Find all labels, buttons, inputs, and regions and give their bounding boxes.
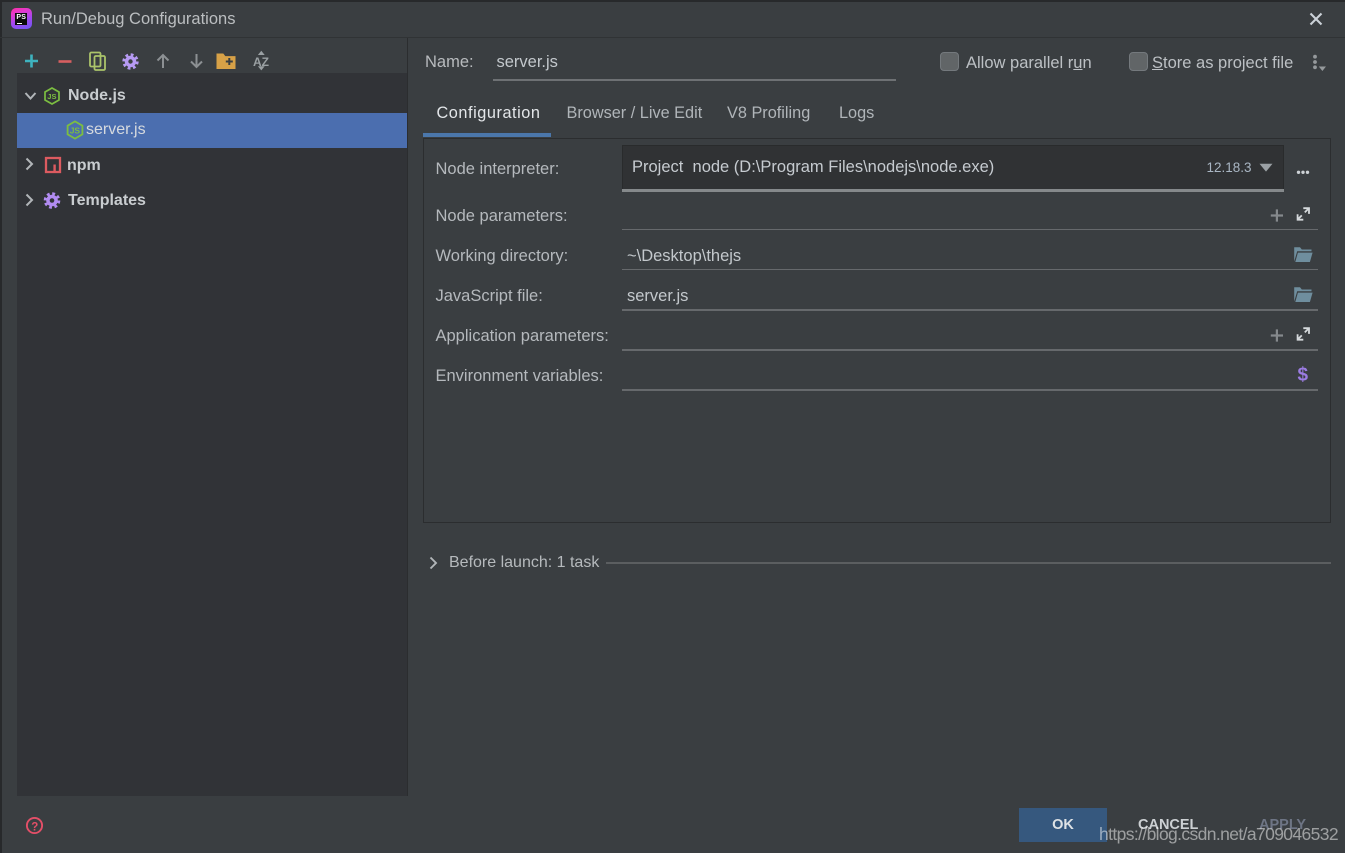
svg-text:JS: JS xyxy=(47,92,56,101)
svg-text:?: ? xyxy=(31,821,38,833)
svg-text:JS: JS xyxy=(70,125,81,135)
svg-text:$: $ xyxy=(1298,365,1309,386)
